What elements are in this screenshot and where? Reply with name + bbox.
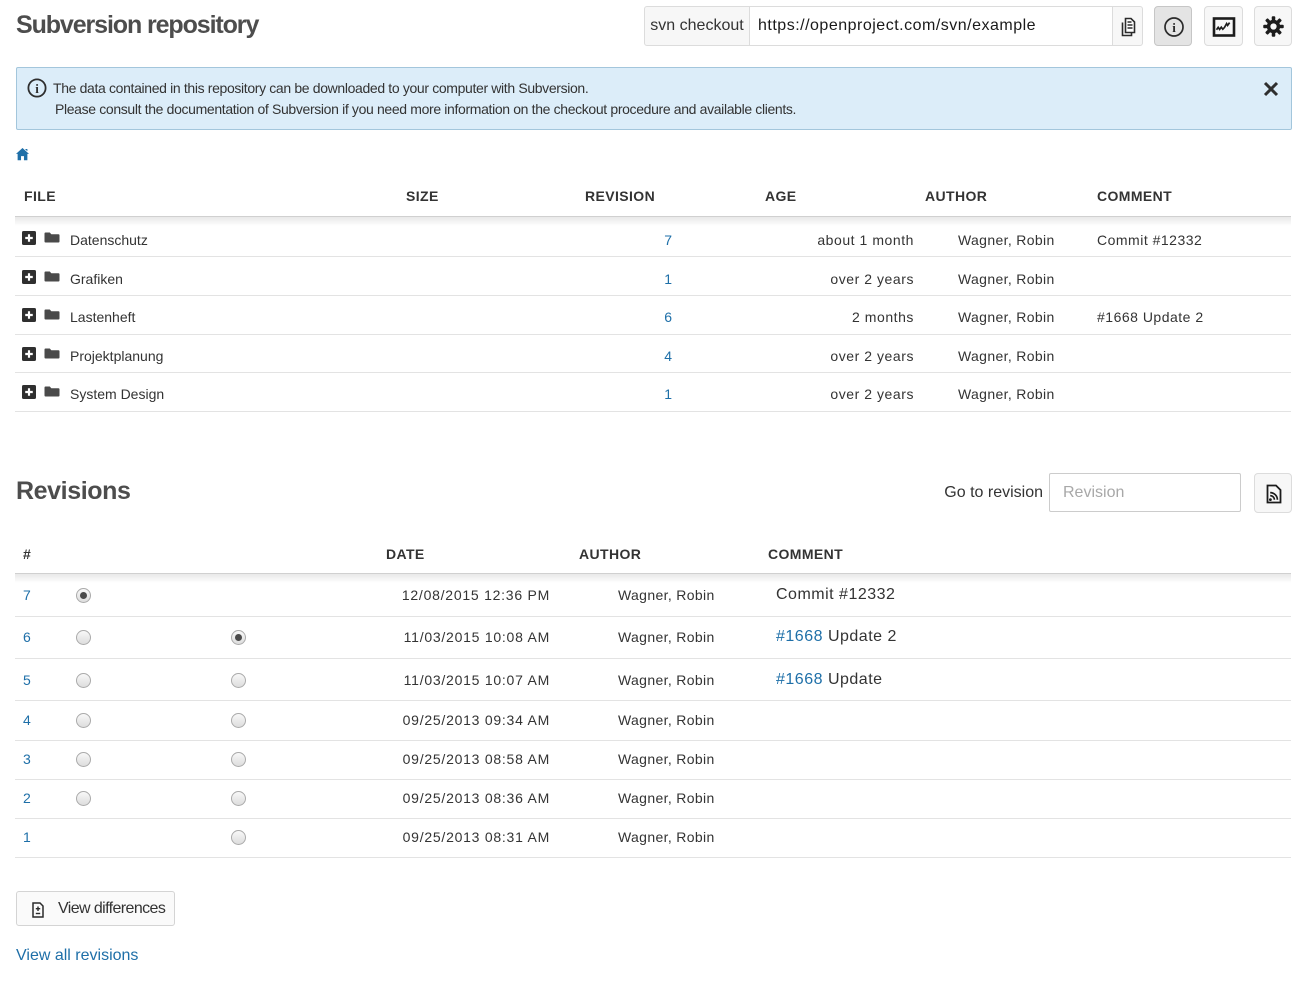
svg-text:i: i	[1172, 20, 1176, 35]
svg-text:i: i	[35, 81, 39, 96]
